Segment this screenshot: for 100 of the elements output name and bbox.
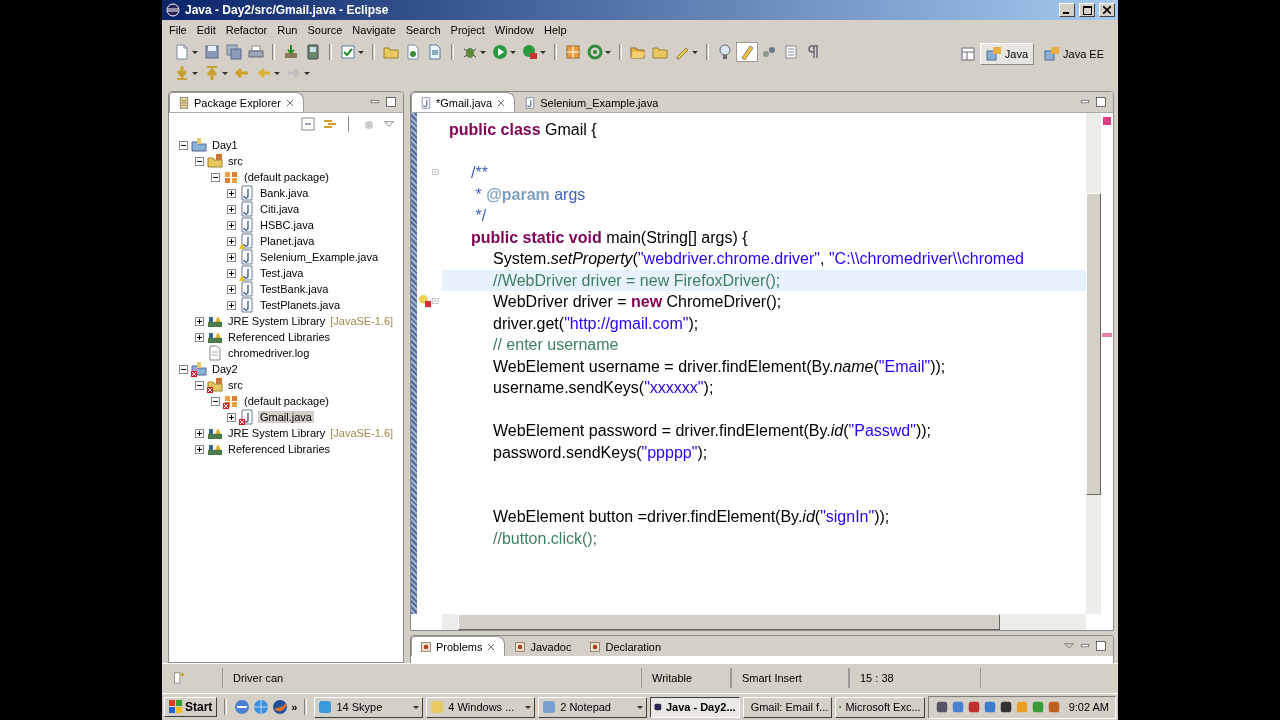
tree-item[interactable]: src [226,155,245,167]
taskbar-button[interactable]: 2 Notepad [538,696,648,718]
tray-icon[interactable] [966,700,981,714]
expand-icon[interactable] [227,268,236,278]
editor-tab[interactable]: Selenium_Example.java [515,92,668,112]
view-tab[interactable]: Declaration [580,636,671,656]
more-button[interactable]: » [291,701,298,713]
perspective-button[interactable]: Java [979,43,1035,65]
tree-item[interactable]: TestPlanets.java [258,299,343,311]
caret-icon[interactable] [192,49,198,55]
menu-item[interactable]: Project [445,21,490,38]
taskbar-button[interactable]: Java - Day2... [650,696,740,718]
tree-item[interactable]: Day1 [210,139,240,151]
lamp-icon[interactable] [717,44,733,60]
caret-icon[interactable] [222,70,228,76]
taskbar-button[interactable]: 14 Skype [314,696,424,718]
close-icon[interactable] [496,97,507,108]
close-icon[interactable] [284,97,295,108]
expand-icon[interactable] [227,236,236,246]
menu-item[interactable]: Window [489,21,539,38]
maximize-icon[interactable] [385,96,397,108]
open-folder-icon[interactable] [630,44,646,60]
editor-tab[interactable]: *Gmail.java [411,92,516,112]
view-menu-icon[interactable] [383,118,395,130]
caret-icon[interactable] [540,49,546,55]
save-all-icon[interactable] [226,44,242,60]
globe-icon[interactable] [253,699,270,715]
expand-icon[interactable] [227,220,236,230]
browser-icon[interactable] [234,699,251,715]
caret-icon[interactable] [510,49,516,55]
tree-item[interactable]: src [226,379,245,391]
tree-item[interactable]: TestBank.java [258,283,331,295]
menu-item[interactable]: Run [272,21,303,38]
collapse-all-icon[interactable] [300,116,316,132]
menu-item[interactable]: Source [302,21,348,38]
print-icon[interactable] [248,44,264,60]
maximize-icon[interactable] [1095,640,1107,652]
tree-item[interactable]: chromedriver.log [226,347,312,359]
tree-item[interactable]: Selenium_Example.java [258,251,380,263]
caret-icon[interactable] [274,70,280,76]
expand-icon[interactable] [227,188,236,198]
collapse-icon[interactable] [179,364,188,374]
maximize-icon[interactable] [1095,96,1107,108]
paragraph-icon[interactable] [805,44,821,60]
page-icon[interactable] [427,44,443,60]
grid-icon[interactable] [565,44,581,60]
error-marker[interactable] [1102,333,1112,337]
menu-item[interactable]: Edit [191,21,221,38]
list-icon[interactable] [783,44,799,60]
menu-item[interactable]: Help [539,21,572,38]
tree-item[interactable]: Day2 [210,363,240,375]
tree-item[interactable]: Test.java [258,267,306,279]
tree-item[interactable]: JRE System Library [226,427,328,439]
expand-icon[interactable] [227,300,236,310]
taskbar-button[interactable]: Microsoft Exc... [835,696,925,718]
open-perspective-icon[interactable] [959,46,976,62]
tree-item[interactable]: JRE System Library [226,315,328,327]
tray-icon[interactable] [934,700,949,714]
expand-icon[interactable] [195,332,204,342]
maximize-button[interactable] [1079,3,1095,17]
expand-icon[interactable] [227,204,236,214]
fast-view-icon[interactable] [172,671,186,685]
menu-item[interactable]: Search [400,21,446,38]
view-tab[interactable]: Problems [411,636,506,656]
vertical-scrollbar[interactable] [1086,113,1101,614]
caret-icon[interactable] [692,49,698,55]
device-icon[interactable] [305,44,321,60]
tree-item[interactable]: Referenced Libraries [226,443,333,455]
start-button[interactable]: Start [164,697,218,717]
horizontal-scrollbar[interactable] [442,614,1086,630]
expand-icon[interactable] [195,444,204,454]
expand-icon[interactable] [195,316,204,326]
collapse-icon[interactable] [179,140,188,150]
minimize-button[interactable] [1059,3,1075,17]
expand-icon[interactable] [195,428,204,438]
perspective-button[interactable]: Java EE [1038,43,1110,65]
collapse-icon[interactable] [211,396,220,406]
fox-globe-icon[interactable] [272,699,289,715]
taskbar-button[interactable]: Gmail: Email f... [742,696,833,718]
download-icon[interactable] [283,44,299,60]
caret-icon[interactable] [605,49,611,55]
save-icon[interactable] [204,44,220,60]
caret-icon[interactable] [304,70,310,76]
caret-icon[interactable] [358,49,364,55]
close-icon[interactable] [486,641,497,652]
tray-icon[interactable] [998,700,1013,714]
class-file-icon[interactable] [405,44,421,60]
caret-icon[interactable] [480,49,486,55]
close-button[interactable] [1099,3,1115,17]
tree-item[interactable]: Gmail.java [258,411,314,423]
dots-icon[interactable] [761,44,777,60]
menu-item[interactable]: Refactor [220,21,273,38]
expand-icon[interactable] [227,284,236,294]
tree-item[interactable]: Bank.java [258,187,311,199]
caret-icon[interactable] [192,70,198,76]
collapse-icon[interactable] [195,156,204,166]
view-tab[interactable]: Package Explorer [169,92,304,112]
menu-item[interactable]: Navigate [347,21,401,38]
tree-item[interactable]: (default package) [242,171,331,183]
tree-item[interactable]: (default package) [242,395,331,407]
